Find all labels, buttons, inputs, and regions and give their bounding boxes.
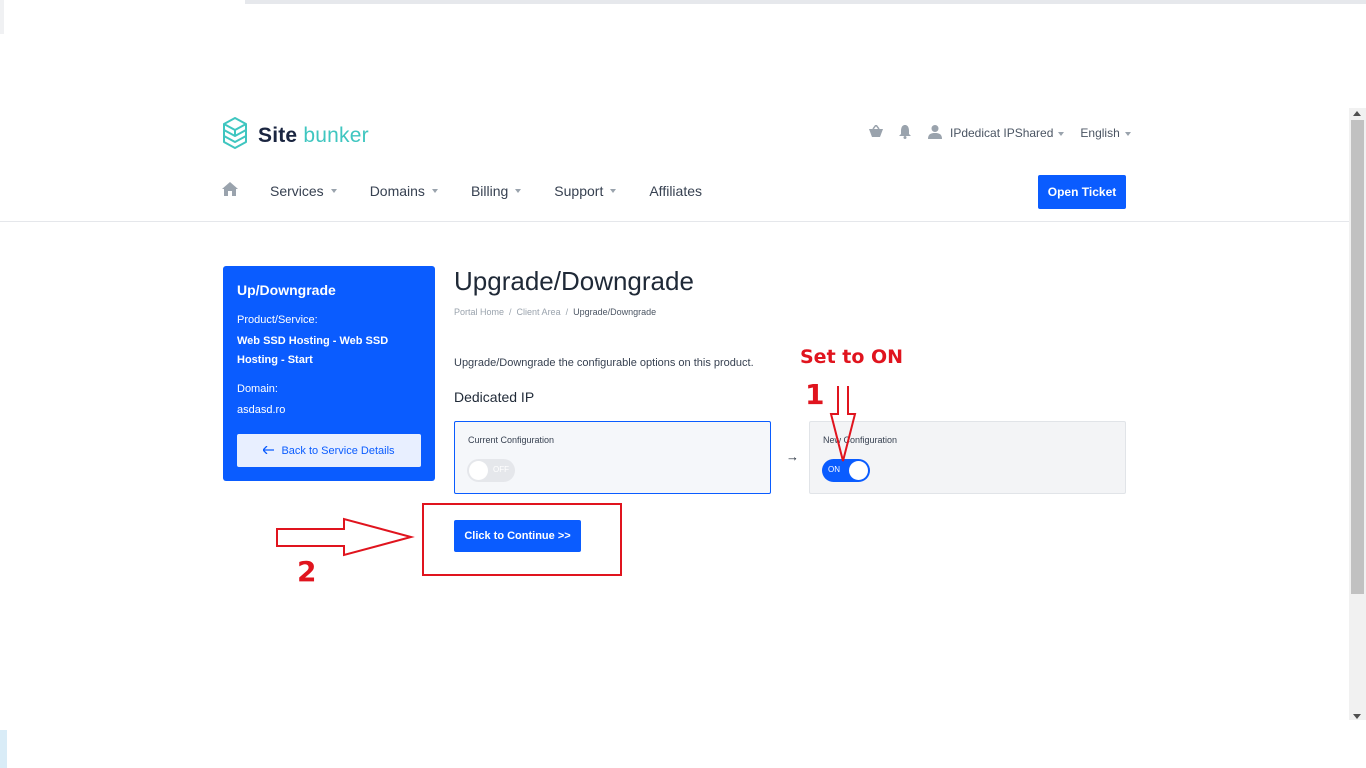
browser-edge-bottom	[0, 730, 7, 768]
logo-text: Site bunker	[258, 123, 369, 147]
click-to-continue-button[interactable]: Click to Continue >>	[454, 520, 581, 552]
header-divider	[0, 221, 1349, 222]
top-right-bar: IPdedicat IPShared English	[868, 123, 1131, 142]
scrollbar-thumb[interactable]	[1351, 120, 1364, 594]
upgrade-sidebar-panel: Up/Downgrade Product/Service: Web SSD Ho…	[223, 266, 435, 481]
breadcrumb-separator: /	[565, 307, 569, 317]
cube-stack-icon	[222, 116, 248, 155]
user-menu[interactable]: IPdedicat IPShared	[950, 126, 1065, 140]
option-name: Dedicated IP	[454, 389, 535, 405]
basket-icon[interactable]	[868, 123, 884, 142]
nav-item-affiliates[interactable]: Affiliates	[649, 183, 702, 199]
annotation-overlay	[276, 386, 857, 576]
annotation-right-arrow	[276, 517, 415, 557]
back-to-service-details-button[interactable]: Back to Service Details	[237, 434, 421, 467]
nav-item-services[interactable]: Services	[270, 183, 337, 199]
bell-icon[interactable]	[898, 124, 912, 142]
nav-item-domains[interactable]: Domains	[370, 183, 438, 199]
current-configuration-toggle: OFF	[467, 459, 515, 482]
user-icon	[928, 124, 942, 142]
domain-label: Domain:	[237, 383, 278, 395]
main-nav: Services Domains Billing Support Affilia…	[222, 182, 702, 199]
breadcrumb: Portal Home / Client Area / Upgrade/Down…	[454, 307, 656, 317]
upgrade-description: Upgrade/Downgrade the configurable optio…	[454, 357, 754, 369]
toggle-knob	[849, 461, 868, 480]
arrow-right-icon: →	[786, 449, 799, 464]
chevron-down-icon	[330, 188, 337, 193]
breadcrumb-portal-home[interactable]: Portal Home	[454, 307, 504, 317]
breadcrumb-client-area[interactable]: Client Area	[517, 307, 561, 317]
chevron-down-icon	[1124, 131, 1131, 136]
nav-item-billing[interactable]: Billing	[471, 183, 522, 199]
domain-value: asdasd.ro	[237, 404, 286, 416]
breadcrumb-separator: /	[509, 307, 512, 317]
product-label: Product/Service:	[237, 314, 318, 326]
chevron-down-icon	[515, 188, 522, 193]
new-configuration-toggle[interactable]: ON	[822, 459, 870, 482]
arrow-left-icon	[262, 445, 275, 457]
nav-item-support[interactable]: Support	[554, 183, 617, 199]
sidebar-title: Up/Downgrade	[237, 282, 336, 298]
annotation-step-2: 2	[297, 555, 317, 588]
browser-edge	[0, 0, 4, 34]
toggle-state-text: OFF	[493, 465, 509, 474]
chevron-down-icon	[610, 188, 617, 193]
scroll-down-arrow[interactable]	[1353, 714, 1361, 719]
toggle-state-text: ON	[828, 465, 840, 474]
site-logo[interactable]: Site bunker	[222, 116, 369, 155]
new-configuration-box: New Configuration ON	[809, 421, 1126, 494]
product-value: Web SSD Hosting - Web SSD Hosting - Star…	[237, 335, 389, 366]
breadcrumb-current: Upgrade/Downgrade	[573, 307, 657, 317]
chevron-down-icon	[1058, 131, 1065, 136]
browser-tab	[0, 0, 245, 4]
page-title: Upgrade/Downgrade	[454, 266, 694, 296]
chevron-down-icon	[431, 188, 438, 193]
home-icon[interactable]	[222, 182, 238, 199]
current-configuration-label: Current Configuration	[468, 435, 555, 445]
scroll-up-arrow[interactable]	[1353, 111, 1361, 116]
open-ticket-button[interactable]: Open Ticket	[1038, 175, 1126, 209]
new-configuration-label: New Configuration	[823, 435, 898, 445]
annotation-set-on: Set to ON	[800, 346, 904, 368]
annotation-step-1: 1	[805, 378, 825, 411]
current-configuration-box: Current Configuration OFF	[454, 421, 771, 494]
toggle-knob	[469, 461, 488, 480]
language-menu[interactable]: English	[1080, 126, 1131, 140]
